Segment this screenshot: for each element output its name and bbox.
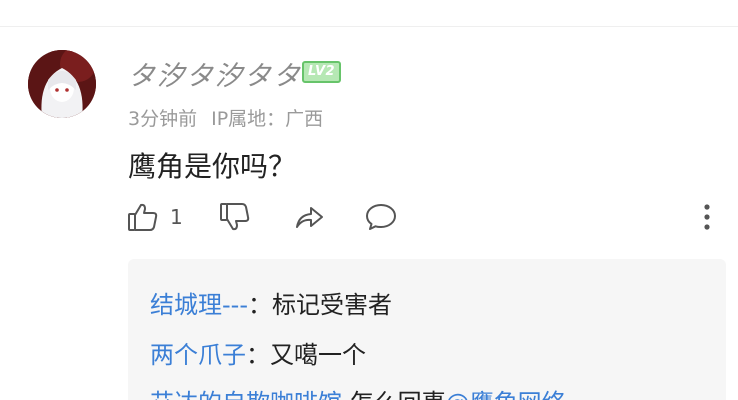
- like-count: 1: [170, 205, 183, 229]
- level-badge: LV2: [302, 61, 342, 83]
- comment-text: 鹰角是你吗？: [128, 150, 297, 183]
- comment-meta: 3分钟前 IP属地：广西: [128, 104, 323, 131]
- thumbs-up-icon: [128, 203, 158, 231]
- reply-separator: ：: [246, 341, 270, 369]
- like-button[interactable]: 1: [126, 198, 183, 236]
- comment-time: 3分钟前: [128, 108, 198, 130]
- reply-separator: ：: [247, 291, 272, 319]
- comment-page: タ汐タ汐タタ LV2 3分钟前 IP属地：广西 鹰角是你吗？ 1 结城理---：…: [0, 0, 738, 400]
- top-divider: [0, 26, 738, 27]
- username[interactable]: タ汐タ汐タタ: [128, 54, 302, 93]
- reply-item[interactable]: 两个爪子：又噶一个: [150, 335, 366, 370]
- reply-button[interactable]: [364, 198, 398, 236]
- reply-text: 又噶一个: [270, 341, 366, 369]
- replies-box[interactable]: 结城理---：标记受害者 两个爪子：又噶一个 艾达的自欺咖啡馆 怎么回事@鹰角网…: [128, 259, 726, 400]
- avatar-image: [28, 50, 96, 118]
- comment-actions: 1: [126, 198, 726, 236]
- reply-author[interactable]: 艾达的自欺咖啡馆: [150, 389, 342, 400]
- reply-text: 怎么回事: [350, 389, 446, 400]
- comment-bubble-icon: [366, 204, 396, 230]
- reply-author[interactable]: 结城理---: [150, 291, 248, 319]
- reply-text: 标记受害者: [271, 291, 392, 319]
- dislike-button[interactable]: [218, 198, 252, 236]
- more-options-button[interactable]: [700, 198, 714, 236]
- reply-item[interactable]: 艾达的自欺咖啡馆 怎么回事@鹰角网络: [150, 383, 566, 400]
- reply-author[interactable]: 两个爪子: [150, 341, 246, 369]
- share-button[interactable]: [292, 198, 326, 236]
- ip-location: IP属地：广西: [211, 108, 324, 130]
- more-vertical-icon: [704, 204, 710, 230]
- reply-mention[interactable]: @鹰角网络: [446, 389, 566, 400]
- reply-item[interactable]: 结城理---：标记受害者: [150, 285, 392, 320]
- avatar[interactable]: [28, 50, 96, 118]
- share-icon: [296, 207, 323, 228]
- thumbs-down-icon: [220, 203, 250, 231]
